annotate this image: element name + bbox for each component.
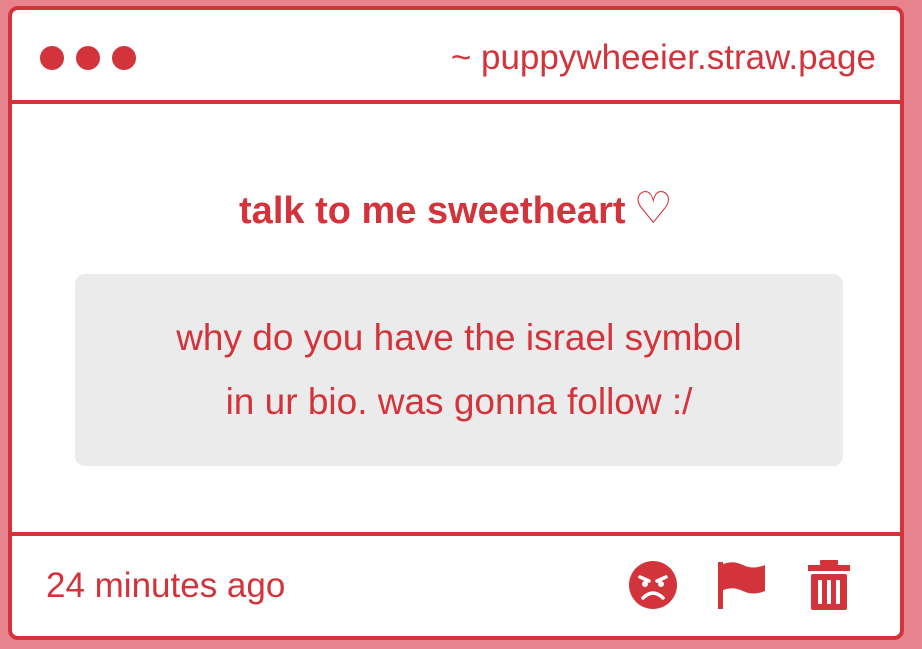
page-url: ~ puppywheeier.straw.page	[450, 38, 876, 77]
message-box: why do you have the israel symbol in ur …	[75, 274, 843, 466]
window-controls[interactable]	[40, 46, 136, 70]
message-line: why do you have the israel symbol	[176, 317, 742, 358]
delete-button[interactable]	[802, 558, 856, 612]
heart-icon: ♡	[633, 184, 673, 233]
window-dot-icon[interactable]	[76, 46, 100, 70]
report-button[interactable]	[714, 558, 768, 612]
window-dot-icon[interactable]	[112, 46, 136, 70]
flag-icon	[718, 562, 765, 609]
message-card: talk to me sweetheart ♡ why do you have t…	[12, 104, 900, 532]
trash-icon	[808, 560, 850, 610]
footer-bar: 24 minutes ago	[12, 532, 900, 636]
timestamp: 24 minutes ago	[46, 566, 286, 605]
window-dot-icon[interactable]	[40, 46, 64, 70]
page-title: talk to me sweetheart ♡	[12, 186, 900, 234]
message-text: why do you have the israel symbol in ur …	[99, 306, 819, 434]
app-window: ~ puppywheeier.straw.page talk to me swe…	[8, 6, 904, 640]
angry-face-icon	[629, 561, 677, 609]
message-line: in ur bio. was gonna follow :/	[225, 381, 693, 422]
title-bar: ~ puppywheeier.straw.page	[12, 10, 900, 104]
heading-text: talk to me sweetheart	[239, 190, 626, 232]
react-angry-button[interactable]	[626, 558, 680, 612]
action-buttons	[626, 558, 856, 612]
